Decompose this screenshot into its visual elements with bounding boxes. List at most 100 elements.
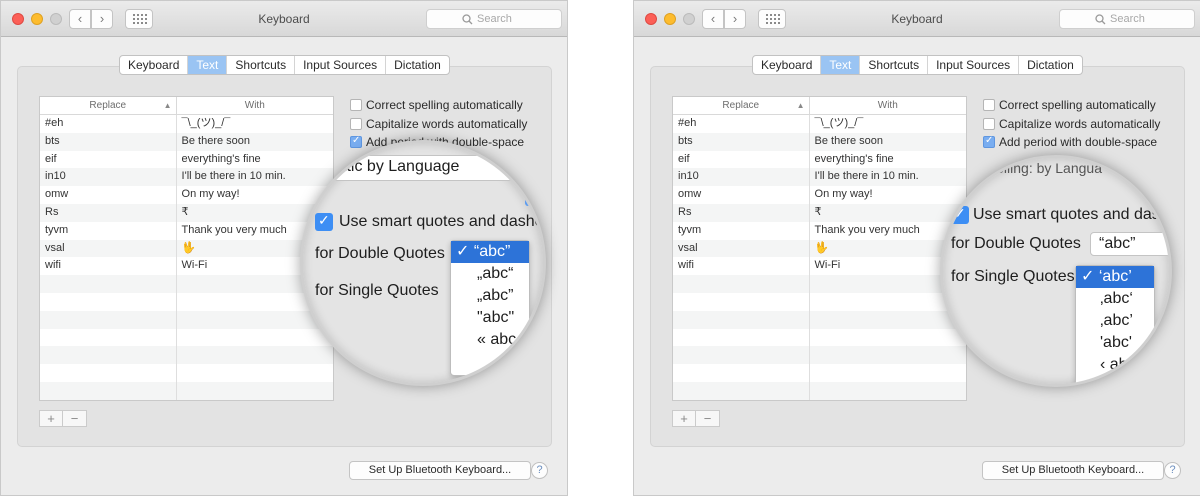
capitalize-words-option[interactable]: Capitalize words automatically [350, 115, 527, 134]
table-row[interactable]: Rs ₹ [673, 203, 966, 222]
tab-shortcuts[interactable]: Shortcuts [859, 56, 927, 74]
checkbox[interactable] [350, 99, 362, 112]
replace-cell: vsal [40, 239, 177, 258]
menu-item-selected[interactable]: ✓ “abc” [451, 241, 529, 263]
add-button[interactable]: + [40, 411, 63, 426]
correct-spelling-option[interactable]: Correct spelling automatically [350, 96, 527, 115]
menu-item[interactable]: „abc” [451, 285, 529, 307]
replace-cell: in10 [40, 168, 177, 187]
checkbox[interactable] [983, 117, 995, 130]
menu-item[interactable]: ‚abc‘ [1076, 288, 1154, 310]
table-rows: #eh ¯\_(ツ)_/¯ bts Be there soon eif everyth… [40, 115, 333, 400]
column-header-replace[interactable]: Replace ▲ [673, 97, 810, 114]
tab-input-sources[interactable]: Input Sources [927, 56, 1018, 74]
empty-row [673, 275, 966, 293]
tab-dictation[interactable]: Dictation [1018, 56, 1082, 74]
menu-item[interactable]: "abc" [451, 307, 529, 329]
table-row[interactable]: tyvm Thank you very much [673, 221, 966, 240]
checkbox[interactable] [350, 117, 362, 130]
remove-button[interactable]: − [696, 411, 719, 426]
menu-item[interactable]: « abc » [451, 329, 529, 351]
single-quotes-label: for Single Quotes [951, 268, 1075, 285]
option-label: Correct spelling automatically [366, 98, 523, 113]
replace-cell: tyvm [40, 221, 177, 240]
column-header-with[interactable]: With [177, 97, 333, 114]
column-header-replace-label: Replace [722, 100, 760, 111]
menu-item-selected[interactable]: ✓ ‘abc’ [1076, 266, 1154, 288]
popup-stepper-icon: ▲ ▼ [1157, 186, 1169, 204]
column-header-replace[interactable]: Replace ▲ [40, 97, 177, 114]
table-row[interactable]: bts Be there soon [673, 132, 966, 151]
search-field[interactable]: Search [426, 9, 562, 29]
tab-keyboard[interactable]: Keyboard [753, 56, 820, 74]
double-quotes-popup[interactable]: “abc” [1090, 232, 1169, 256]
menu-item[interactable]: ‹ abc › [1076, 354, 1154, 376]
sort-ascending-icon: ▲ [796, 101, 805, 110]
tab-shortcuts[interactable]: Shortcuts [226, 56, 294, 74]
replace-cell: #eh [40, 115, 177, 133]
empty-row [673, 292, 966, 311]
table-row[interactable]: wifi Wi-Fi [40, 257, 333, 276]
remove-button[interactable]: − [63, 411, 86, 426]
add-button[interactable]: + [673, 411, 696, 426]
with-cell: Be there soon [814, 134, 884, 147]
option-label: Capitalize words automatically [366, 116, 528, 131]
checkbox[interactable] [983, 99, 995, 112]
tab-text[interactable]: Text [187, 56, 227, 74]
empty-row [40, 364, 333, 382]
search-field[interactable]: Search [1059, 9, 1195, 29]
smart-quotes-label: Use smart quotes and dashes [973, 206, 1172, 223]
tab-dictation[interactable]: Dictation [385, 56, 449, 74]
table-row[interactable]: #eh ¯\_(ツ)_/¯ [673, 115, 966, 133]
table-row[interactable]: bts Be there soon [40, 132, 333, 151]
smart-quotes-checkbox[interactable] [315, 212, 333, 231]
capitalize-words-option[interactable]: Capitalize words automatically [983, 115, 1160, 134]
empty-row [673, 310, 966, 329]
correct-spelling-option[interactable]: Correct spelling automatically [983, 96, 1160, 115]
menu-item[interactable]: „abc“ [451, 263, 529, 285]
add-remove-control: + − [672, 410, 720, 427]
add-period-option[interactable]: Add period with double-space [983, 133, 1160, 152]
table-row[interactable]: vsal 🖖 [40, 239, 333, 258]
table-row[interactable]: Rs ₹ [40, 203, 333, 222]
tab-keyboard[interactable]: Keyboard [120, 56, 187, 74]
option-label: Add period with double-space [999, 135, 1158, 150]
table-row[interactable]: vsal 🖖 [673, 239, 966, 258]
add-remove-control: + − [39, 410, 87, 427]
menu-item[interactable]: 'abc' [1076, 332, 1154, 354]
help-button[interactable]: ? [1164, 462, 1181, 479]
smart-quotes-checkbox[interactable] [951, 205, 969, 224]
screenshot: ‹ › Keyboard Search Keyboard Text Shortc… [0, 0, 1200, 496]
tab-text[interactable]: Text [820, 56, 860, 74]
setup-bluetooth-keyboard-button[interactable]: Set Up Bluetooth Keyboard... [982, 461, 1164, 480]
table-row[interactable]: eif everything's fine [673, 150, 966, 169]
magnifier-lens-double-quotes: utomatic by Language ▲▼ Use smart quotes… [300, 140, 546, 386]
replace-cell: omw [673, 186, 810, 204]
column-header-with[interactable]: With [810, 97, 966, 114]
single-quotes-menu: ✓ ‘abc’ ‚abc‘ ‚abc’ 'abc' ‹ abc › ‹abc› [1075, 265, 1155, 384]
help-button[interactable]: ? [531, 462, 548, 479]
table-row[interactable]: in10 I'll be there in 10 min. [40, 168, 333, 187]
table-row[interactable]: eif everything's fine [40, 150, 333, 169]
replace-cell: tyvm [673, 221, 810, 240]
table-row[interactable]: tyvm Thank you very much [40, 221, 333, 240]
table-row[interactable]: omw On my way! [673, 186, 966, 204]
tab-input-sources[interactable]: Input Sources [294, 56, 385, 74]
empty-row [40, 328, 333, 347]
table-row[interactable]: in10 I'll be there in 10 min. [673, 168, 966, 187]
option-label: Capitalize words automatically [999, 116, 1161, 131]
text-replacement-table: Replace ▲ With #eh ¯\_(ツ)_/¯ bts Be there … [39, 96, 334, 401]
table-row[interactable]: omw On my way! [40, 186, 333, 204]
menu-item[interactable]: ‚abc’ [1076, 310, 1154, 332]
checkbox-checked[interactable] [983, 135, 995, 149]
empty-row [673, 328, 966, 347]
table-row[interactable]: #eh ¯\_(ツ)_/¯ [40, 115, 333, 133]
replace-cell: Rs [673, 203, 810, 222]
table-row[interactable]: wifi Wi-Fi [673, 257, 966, 276]
smart-quotes-label: Use smart quotes and dashes [339, 213, 546, 230]
setup-bluetooth-keyboard-button[interactable]: Set Up Bluetooth Keyboard... [349, 461, 531, 480]
spelling-label: Spelling: by Langua [979, 160, 1102, 176]
replace-cell: vsal [673, 239, 810, 258]
empty-row [673, 346, 966, 365]
language-popup[interactable]: utomatic by Language [303, 155, 513, 181]
